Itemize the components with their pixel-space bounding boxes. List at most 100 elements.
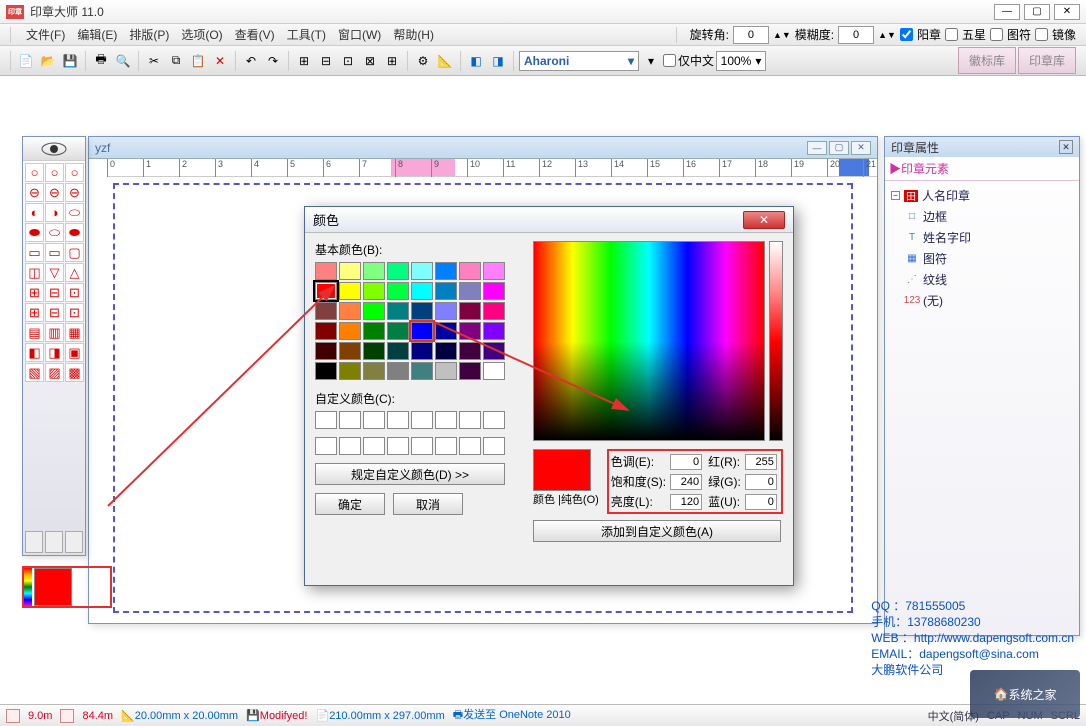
props-title[interactable]: 印章属性 ✕: [885, 137, 1079, 157]
basic-color-25[interactable]: [339, 322, 361, 340]
tool-11[interactable]: ⬬: [65, 223, 84, 242]
props-close-button[interactable]: ✕: [1059, 140, 1073, 154]
custom-color-slot[interactable]: [339, 437, 361, 455]
tool-1[interactable]: ○: [45, 163, 64, 182]
tb-misc2-icon[interactable]: 📐: [435, 51, 455, 71]
menu-view[interactable]: 查看(V): [229, 24, 281, 45]
tool-17[interactable]: △: [65, 263, 84, 282]
tab-seals[interactable]: 印章库: [1018, 47, 1076, 74]
basic-color-1[interactable]: [339, 262, 361, 280]
basic-color-15[interactable]: [483, 282, 505, 300]
custom-color-slot[interactable]: [411, 411, 433, 429]
tool-29[interactable]: ▣: [65, 343, 84, 362]
tb-align5-icon[interactable]: ⊞: [382, 51, 402, 71]
basic-color-10[interactable]: [363, 282, 385, 300]
rotate-input[interactable]: [733, 26, 769, 44]
cb-tufu[interactable]: [990, 28, 1003, 41]
doc-close-button[interactable]: ✕: [851, 141, 871, 155]
basic-color-9[interactable]: [339, 282, 361, 300]
define-custom-button[interactable]: 规定自定义颜色(D) >>: [315, 463, 505, 485]
basic-color-44[interactable]: [411, 362, 433, 380]
ok-button[interactable]: 确定: [315, 493, 385, 515]
color-swatch[interactable]: [34, 568, 72, 606]
ruler-horizontal[interactable]: 012345678910111213141516171819202122: [107, 159, 877, 177]
color-spectrum[interactable]: [533, 241, 765, 441]
tool-4[interactable]: ⊖: [45, 183, 64, 202]
menu-help[interactable]: 帮助(H): [387, 24, 440, 45]
custom-color-slot[interactable]: [315, 411, 337, 429]
dialog-titlebar[interactable]: 颜色 ✕: [305, 207, 793, 233]
tool-16[interactable]: ▽: [45, 263, 64, 282]
tree-item-3[interactable]: ⋰纹线: [891, 269, 1073, 290]
tb-misc1-icon[interactable]: ⚙: [413, 51, 433, 71]
blur-input[interactable]: [838, 26, 874, 44]
tool-27[interactable]: ◧: [25, 343, 44, 362]
tool-22[interactable]: ⊟: [45, 303, 64, 322]
basic-color-31[interactable]: [483, 322, 505, 340]
menu-file[interactable]: 文件(F): [20, 24, 71, 45]
tool-14[interactable]: ▢: [65, 243, 84, 262]
tb-align2-icon[interactable]: ⊟: [316, 51, 336, 71]
custom-color-slot[interactable]: [387, 437, 409, 455]
doc-min-button[interactable]: —: [807, 141, 827, 155]
tool-15[interactable]: ◫: [25, 263, 44, 282]
tool-23[interactable]: ⊡: [65, 303, 84, 322]
tb-cut-icon[interactable]: ✂: [144, 51, 164, 71]
basic-color-22[interactable]: [459, 302, 481, 320]
tb-fontdd-icon[interactable]: ▾: [641, 51, 661, 71]
basic-color-20[interactable]: [411, 302, 433, 320]
tb-new-icon[interactable]: 📄: [16, 51, 36, 71]
dialog-close-button[interactable]: ✕: [743, 211, 785, 229]
custom-color-slot[interactable]: [363, 411, 385, 429]
tree-item-1[interactable]: T姓名字印: [891, 227, 1073, 248]
tree-item-0[interactable]: □边框: [891, 206, 1073, 227]
font-combo[interactable]: Aharoni ▾: [519, 51, 639, 71]
tool-6[interactable]: ◐: [25, 203, 44, 222]
palette-btn-1[interactable]: [25, 531, 43, 553]
luminance-slider[interactable]: [769, 241, 783, 441]
tool-18[interactable]: ⊞: [25, 283, 44, 302]
basic-color-39[interactable]: [483, 342, 505, 360]
tool-0[interactable]: ○: [25, 163, 44, 182]
menu-tools[interactable]: 工具(T): [281, 24, 332, 45]
add-custom-button[interactable]: 添加到自定义颜色(A): [533, 520, 781, 542]
tb-align1-icon[interactable]: ⊞: [294, 51, 314, 71]
basic-color-30[interactable]: [459, 322, 481, 340]
basic-color-42[interactable]: [363, 362, 385, 380]
custom-color-slot[interactable]: [387, 411, 409, 429]
basic-color-46[interactable]: [459, 362, 481, 380]
tree-item-2[interactable]: ▦图符: [891, 248, 1073, 269]
tool-7[interactable]: ◑: [45, 203, 64, 222]
tool-31[interactable]: ▨: [45, 363, 64, 382]
doc-max-button[interactable]: ▢: [829, 141, 849, 155]
basic-color-36[interactable]: [411, 342, 433, 360]
basic-color-5[interactable]: [435, 262, 457, 280]
menu-window[interactable]: 窗口(W): [332, 24, 387, 45]
tool-2[interactable]: ○: [65, 163, 84, 182]
tool-9[interactable]: ⬬: [25, 223, 44, 242]
custom-color-slot[interactable]: [459, 411, 481, 429]
basic-color-38[interactable]: [459, 342, 481, 360]
tree-root[interactable]: − 田 人名印章: [891, 185, 1073, 206]
basic-color-37[interactable]: [435, 342, 457, 360]
lum-input[interactable]: [670, 494, 702, 510]
basic-color-17[interactable]: [339, 302, 361, 320]
tool-8[interactable]: ⬭: [65, 203, 84, 222]
collapse-icon[interactable]: −: [891, 191, 900, 200]
basic-color-23[interactable]: [483, 302, 505, 320]
basic-color-26[interactable]: [363, 322, 385, 340]
cancel-button[interactable]: 取消: [393, 493, 463, 515]
basic-color-0[interactable]: [315, 262, 337, 280]
cb-yang[interactable]: [900, 28, 913, 41]
tb-print-icon[interactable]: 🖶: [91, 51, 111, 71]
tb-win2-icon[interactable]: ◨: [488, 51, 508, 71]
basic-color-19[interactable]: [387, 302, 409, 320]
sat-input[interactable]: [670, 474, 702, 490]
basic-color-7[interactable]: [483, 262, 505, 280]
basic-color-8[interactable]: [315, 282, 337, 300]
basic-color-33[interactable]: [339, 342, 361, 360]
basic-color-11[interactable]: [387, 282, 409, 300]
tab-badges[interactable]: 徽标库: [958, 47, 1016, 74]
current-color-box[interactable]: [22, 566, 112, 608]
tb-align4-icon[interactable]: ⊠: [360, 51, 380, 71]
